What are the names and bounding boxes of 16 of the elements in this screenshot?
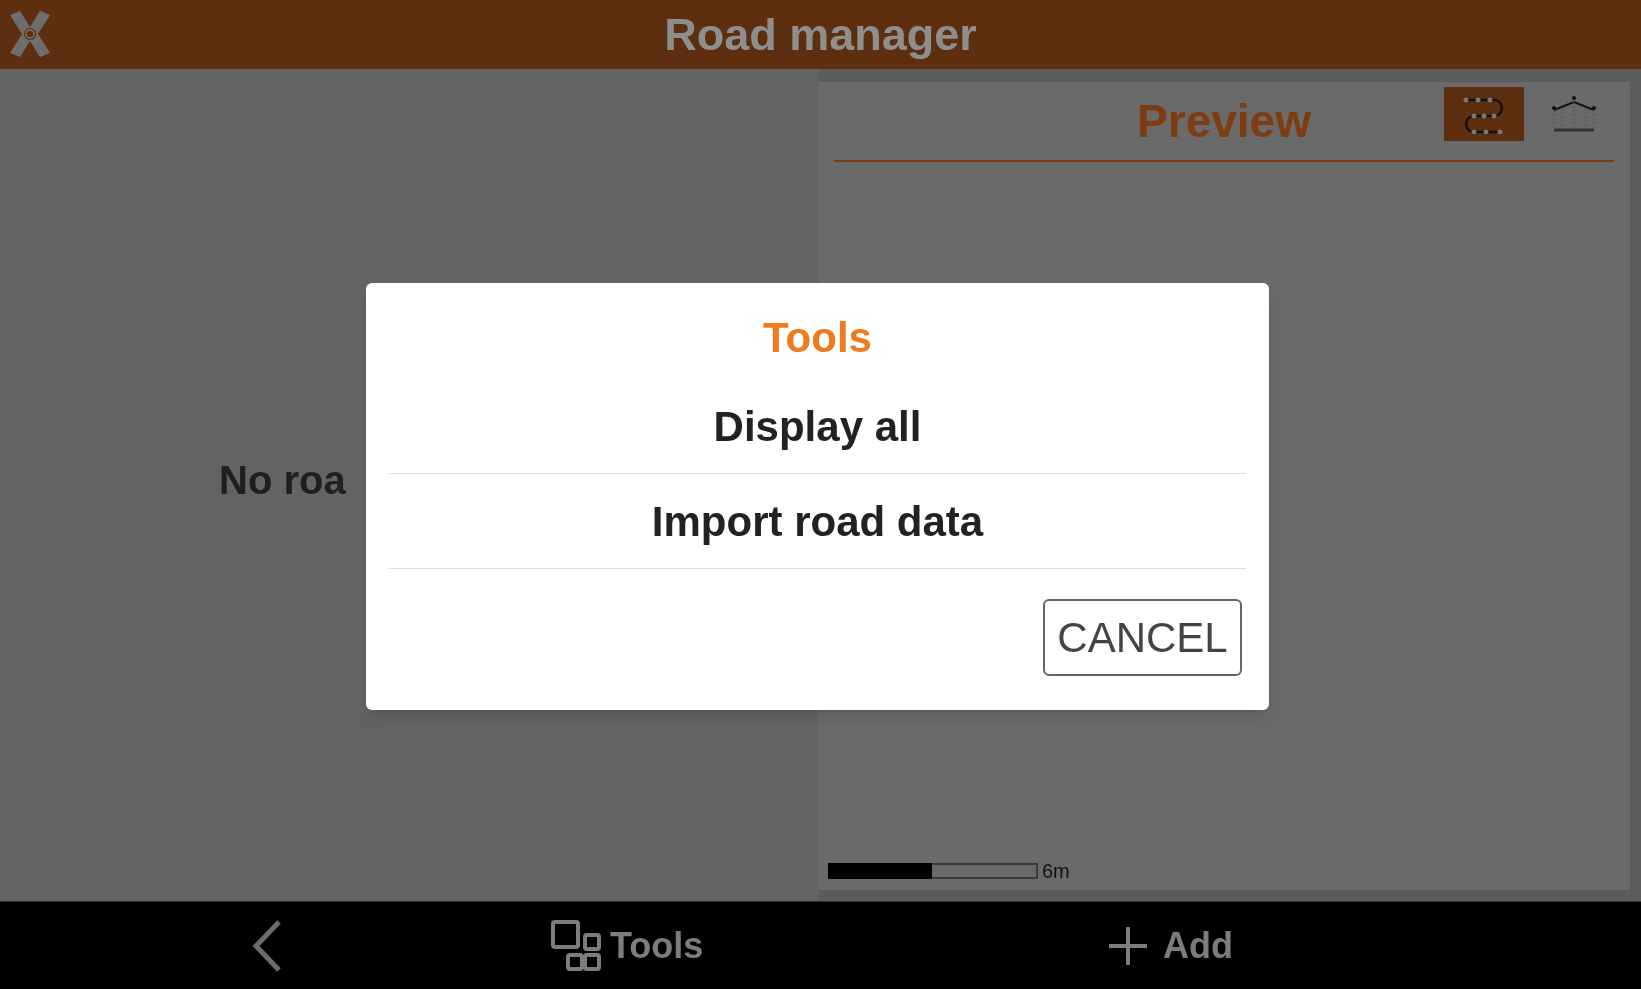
scale-bar-icon xyxy=(828,863,1038,879)
dialog-option[interactable]: Display all xyxy=(389,379,1246,474)
grid-icon xyxy=(550,918,604,973)
app-title: Road manager xyxy=(664,12,977,57)
dialog-title: Tools xyxy=(762,317,873,359)
back-icon[interactable] xyxy=(251,918,283,973)
scale-label: 6m xyxy=(1042,859,1070,884)
tools-button[interactable]: Tools xyxy=(550,918,704,973)
empty-message: No roa xyxy=(219,457,346,504)
dialog-option[interactable]: Import road data xyxy=(389,474,1246,569)
preview-title: Preview xyxy=(1137,98,1311,144)
cross-section-icon xyxy=(1550,94,1598,134)
plus-icon xyxy=(1109,926,1147,965)
add-button[interactable]: Add xyxy=(1109,918,1233,973)
cancel-button[interactable]: CANCEL xyxy=(1043,599,1242,676)
view-mode-button[interactable] xyxy=(1444,87,1524,141)
